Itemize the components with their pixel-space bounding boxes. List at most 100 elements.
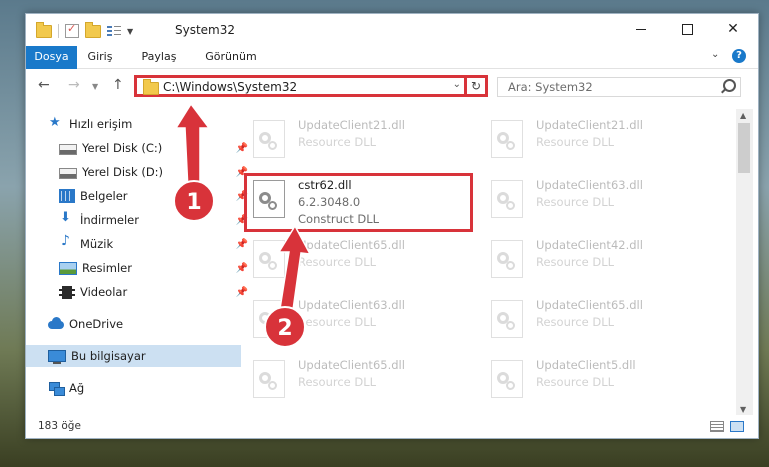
- sidebar-item-label: Ağ: [69, 381, 85, 395]
- sidebar-item-local-disk-d[interactable]: Yerel Disk (D:) 📌: [26, 161, 252, 183]
- file-type: Resource DLL: [298, 255, 377, 269]
- file-name: UpdateClient5.dll: [536, 358, 636, 372]
- minimize-button[interactable]: [618, 14, 664, 44]
- drive-icon: [59, 168, 77, 179]
- forward-arrow-icon[interactable]: →: [68, 77, 80, 93]
- file-type: Resource DLL: [298, 315, 377, 329]
- chevron-down-icon[interactable]: ⌄: [711, 49, 719, 60]
- details-view-icon[interactable]: [710, 421, 724, 432]
- highlight-box: [244, 173, 473, 232]
- tab-share[interactable]: Paylaş: [136, 46, 182, 68]
- recent-locations-icon[interactable]: ▼: [92, 82, 98, 91]
- scrollbar-thumb[interactable]: [738, 123, 750, 173]
- file-name: UpdateClient21.dll: [536, 118, 643, 132]
- sidebar-item-local-disk-c[interactable]: Yerel Disk (C:) 📌: [26, 137, 252, 159]
- folder-icon[interactable]: [36, 21, 52, 38]
- folder-icon: [143, 79, 159, 95]
- file-type: Resource DLL: [298, 135, 377, 149]
- sidebar-item-quick-access[interactable]: Hızlı erişim: [26, 113, 241, 135]
- status-bar: 183 öğe: [26, 417, 758, 437]
- close-button[interactable]: ✕: [710, 14, 756, 44]
- search-icon[interactable]: [723, 79, 736, 92]
- minimize-icon: [636, 28, 646, 30]
- file-item[interactable]: UpdateClient63.dll Resource DLL: [486, 175, 716, 231]
- ribbon-tabs: Dosya Giriş Paylaş Görünüm ⌄ ?: [26, 46, 758, 102]
- file-item[interactable]: UpdateClient21.dll Resource DLL: [486, 115, 716, 171]
- properties-check-icon[interactable]: [65, 22, 79, 38]
- sidebar-item-label: Müzik: [80, 237, 114, 251]
- item-count: 183 öğe: [38, 420, 81, 432]
- dll-file-icon: [491, 180, 523, 218]
- sidebar-item-pictures[interactable]: Resimler 📌: [26, 257, 252, 279]
- sidebar-item-label: Videolar: [80, 285, 128, 299]
- sidebar-item-music[interactable]: Müzik 📌: [26, 233, 252, 255]
- sidebar-item-label: Hızlı erişim: [69, 117, 133, 131]
- file-item[interactable]: UpdateClient65.dll Resource DLL: [248, 355, 478, 409]
- sidebar-item-label: İndirmeler: [80, 213, 139, 227]
- address-bar[interactable]: C:\Windows\System32 ⌄: [134, 75, 468, 97]
- navigation-pane: Hızlı erişim Yerel Disk (C:) 📌 Yerel Dis…: [26, 109, 248, 409]
- qat-dropdown-icon[interactable]: ▼: [127, 27, 133, 36]
- sidebar-item-downloads[interactable]: İndirmeler 📌: [26, 209, 252, 231]
- dll-file-icon: [491, 300, 523, 338]
- scroll-up-icon[interactable]: ▲: [740, 111, 746, 120]
- new-folder-icon[interactable]: [85, 21, 101, 38]
- file-item[interactable]: UpdateClient42.dll Resource DLL: [486, 235, 716, 291]
- drive-icon: [59, 144, 77, 155]
- sidebar-item-label: Yerel Disk (D:): [82, 165, 164, 179]
- file-item[interactable]: UpdateClient65.dll Resource DLL: [248, 235, 478, 291]
- file-item[interactable]: UpdateClient65.dll Resource DLL: [486, 295, 716, 351]
- file-item[interactable]: UpdateClient63.dll Resource DLL: [248, 295, 478, 351]
- quick-access-toolbar: ▼: [36, 21, 133, 40]
- maximize-button[interactable]: [664, 14, 710, 44]
- file-list: UpdateClient21.dll Resource DLL UpdateCl…: [223, 109, 733, 409]
- sidebar-item-documents[interactable]: Belgeler 📌: [26, 185, 252, 207]
- sidebar-item-label: Belgeler: [80, 189, 128, 203]
- file-item[interactable]: UpdateClient5.dll Resource DLL: [486, 355, 716, 409]
- address-path[interactable]: C:\Windows\System32: [163, 80, 297, 94]
- maximize-icon: [681, 23, 693, 35]
- sidebar-item-label: Resimler: [82, 261, 132, 275]
- customize-icon[interactable]: [107, 25, 121, 37]
- tab-home[interactable]: Giriş: [77, 46, 123, 68]
- scroll-down-icon[interactable]: ▼: [740, 405, 746, 414]
- help-icon[interactable]: ?: [732, 49, 746, 63]
- sidebar-item-this-pc[interactable]: Bu bilgisayar: [26, 345, 241, 367]
- download-icon: [59, 210, 75, 227]
- star-icon: [48, 115, 64, 131]
- explorer-window: ▼ System32 ✕ Dosya Giriş Paylaş Görünüm …: [25, 13, 759, 439]
- dll-file-icon: [491, 120, 523, 158]
- tiles-view-icon[interactable]: [730, 421, 744, 432]
- pictures-icon: [59, 261, 77, 275]
- documents-icon: [59, 189, 75, 203]
- file-name: UpdateClient21.dll: [298, 118, 405, 132]
- file-type: Resource DLL: [536, 375, 615, 389]
- file-name: UpdateClient42.dll: [536, 238, 643, 252]
- tab-view[interactable]: Görünüm: [198, 46, 264, 68]
- sidebar-item-network[interactable]: Ağ: [26, 377, 241, 399]
- chevron-down-icon[interactable]: ⌄: [453, 79, 461, 90]
- window-title: System32: [175, 23, 236, 37]
- sidebar-item-videos[interactable]: Videolar 📌: [26, 281, 252, 303]
- search-placeholder: Ara: System32: [508, 80, 593, 94]
- sidebar-item-label: Yerel Disk (C:): [82, 141, 163, 155]
- onedrive-icon: [48, 317, 64, 331]
- file-item[interactable]: UpdateClient21.dll Resource DLL: [248, 115, 478, 171]
- vertical-scrollbar[interactable]: ▲ ▼: [736, 109, 753, 415]
- file-type: Resource DLL: [536, 195, 615, 209]
- back-arrow-icon[interactable]: ←: [38, 77, 50, 93]
- file-name: UpdateClient65.dll: [298, 238, 405, 252]
- title-bar: ▼ System32 ✕: [26, 14, 758, 46]
- sidebar-item-label: OneDrive: [69, 317, 124, 331]
- refresh-button[interactable]: ↻: [464, 75, 488, 97]
- file-name: UpdateClient65.dll: [536, 298, 643, 312]
- dll-file-icon: [253, 120, 285, 158]
- search-input[interactable]: Ara: System32: [497, 77, 741, 97]
- file-type: Resource DLL: [536, 135, 615, 149]
- sidebar-item-onedrive[interactable]: OneDrive: [26, 313, 241, 335]
- this-pc-icon: [48, 350, 66, 364]
- file-name: UpdateClient65.dll: [298, 358, 405, 372]
- up-arrow-icon[interactable]: ↑: [112, 77, 124, 93]
- navigation-bar: ← → ▼ ↑ C:\Windows\System32 ⌄ ↻ Ara: Sys…: [26, 69, 758, 103]
- music-icon: [59, 233, 75, 251]
